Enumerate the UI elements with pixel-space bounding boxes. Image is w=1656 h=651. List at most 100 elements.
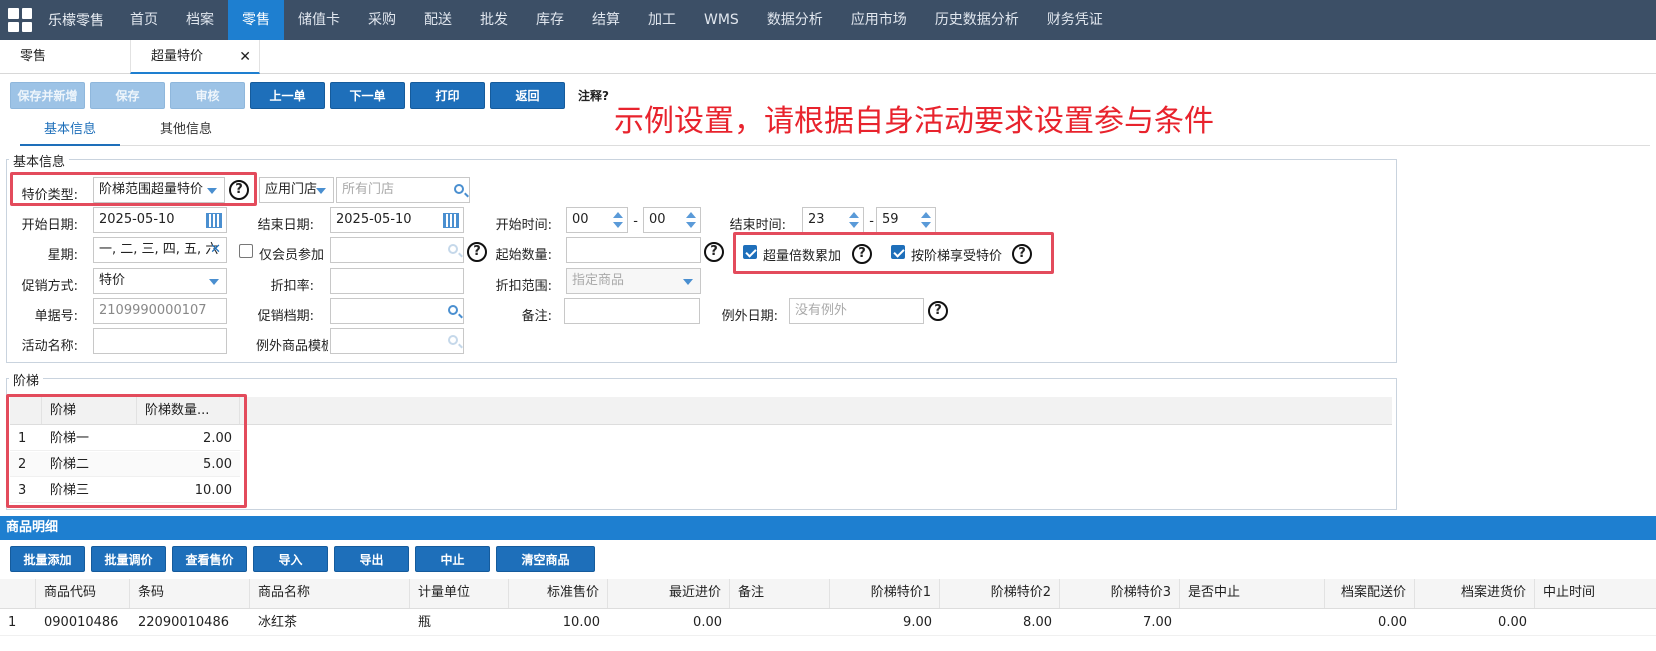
discount-range-select[interactable]: 指定商品 xyxy=(566,268,701,294)
search-icon[interactable] xyxy=(448,335,458,345)
store-input[interactable]: 所有门店 xyxy=(336,177,470,203)
clear-goods-button[interactable]: 清空商品 xyxy=(496,546,595,572)
nav-item-processing[interactable]: 加工 xyxy=(634,0,690,40)
help-icon[interactable]: ? xyxy=(704,242,724,262)
help-icon[interactable]: ? xyxy=(928,301,948,321)
promo-mode-select[interactable]: 特价 xyxy=(93,268,227,294)
promo-level-label: 促销档期: xyxy=(257,309,314,324)
sub-tabs: 基本信息 其他信息 xyxy=(20,118,1650,146)
spinner-icon[interactable] xyxy=(921,211,931,229)
remark xyxy=(730,609,830,635)
std-price: 10.00 xyxy=(562,615,600,630)
help-icon[interactable]: ? xyxy=(467,242,487,262)
col-barcode: 条码 xyxy=(130,579,250,608)
export-button[interactable]: 导出 xyxy=(334,546,409,572)
nav-item-inventory[interactable]: 库存 xyxy=(522,0,578,40)
discount-rate-label: 折扣率: xyxy=(270,279,314,294)
except-date-input[interactable]: 没有例外 xyxy=(789,298,924,324)
audit-button[interactable]: 审核 xyxy=(170,81,245,109)
col-unit: 计量单位 xyxy=(410,579,509,608)
end-minute-stepper[interactable]: 59 xyxy=(876,207,936,233)
nav-item-stored-value-card[interactable]: 储值卡 xyxy=(284,0,354,40)
time-separator: - xyxy=(633,214,638,229)
member-input[interactable] xyxy=(330,237,464,263)
tab-other-info[interactable]: 其他信息 xyxy=(160,118,212,146)
nav-item-home[interactable]: 首页 xyxy=(116,0,172,40)
start-time-label: 开始时间: xyxy=(495,218,552,233)
tier-price-1: 9.00 xyxy=(903,615,932,630)
multi-accumulate-checkbox[interactable] xyxy=(743,245,757,259)
help-icon[interactable]: ? xyxy=(1012,244,1032,264)
activity-name-input[interactable] xyxy=(93,328,227,354)
calendar-icon[interactable] xyxy=(443,213,459,228)
clear-icon[interactable]: ✕ xyxy=(210,238,221,262)
search-icon[interactable] xyxy=(454,184,464,194)
time-separator: - xyxy=(869,214,874,229)
col-tier-price-3: 阶梯特价3 xyxy=(1060,579,1180,608)
promo-level-input[interactable] xyxy=(330,298,464,324)
note-link[interactable]: 注释? xyxy=(578,87,609,104)
spinner-icon[interactable] xyxy=(613,211,623,229)
nav-item-purchase[interactable]: 采购 xyxy=(354,0,410,40)
view-price-button[interactable]: 查看售价 xyxy=(172,546,247,572)
member-only-checkbox[interactable] xyxy=(239,244,253,258)
row-number: 1 xyxy=(8,615,17,630)
tab-retail[interactable]: 零售 xyxy=(20,40,46,74)
remark-input[interactable] xyxy=(564,298,700,324)
next-button[interactable]: 下一单 xyxy=(330,81,405,109)
discount-range-label: 折扣范围: xyxy=(495,279,552,294)
save-button[interactable]: 保存 xyxy=(90,81,165,109)
store-scope-select[interactable]: 应用门店 xyxy=(259,177,334,203)
back-button[interactable]: 返回 xyxy=(490,81,565,109)
app-grid-icon[interactable] xyxy=(0,0,40,40)
nav-item-retail[interactable]: 零售 xyxy=(228,0,284,40)
spinner-icon[interactable] xyxy=(686,211,696,229)
week-value: 一, 二, 三, 四, 五, 六 xyxy=(99,242,219,257)
help-icon[interactable]: ? xyxy=(852,244,872,264)
tier-price-checkbox[interactable] xyxy=(891,245,905,259)
col-stopped: 是否中止 xyxy=(1180,579,1325,608)
prev-button[interactable]: 上一单 xyxy=(250,81,325,109)
stop-button[interactable]: 中止 xyxy=(415,546,490,572)
table-row[interactable]: 1 090010486 22090010486 冰红茶 瓶 10.00 0.00… xyxy=(0,609,1656,636)
batch-adjust-price-button[interactable]: 批量调价 xyxy=(91,546,166,572)
nav-item-data-analysis[interactable]: 数据分析 xyxy=(753,0,837,40)
start-date-value: 2025-05-10 xyxy=(99,212,175,227)
start-date-input[interactable]: 2025-05-10 xyxy=(93,207,227,233)
end-date-input[interactable]: 2025-05-10 xyxy=(330,207,464,233)
start-qty-input[interactable] xyxy=(566,237,701,263)
end-minute-value: 59 xyxy=(882,212,899,227)
nav-item-history-analysis[interactable]: 历史数据分析 xyxy=(921,0,1033,40)
print-button[interactable]: 打印 xyxy=(410,81,485,109)
doc-no-field: 2109990000107 xyxy=(93,298,227,324)
save-and-new-button[interactable]: 保存并新增 xyxy=(10,81,85,109)
remark-label: 备注: xyxy=(521,309,552,324)
nav-item-wms[interactable]: WMS xyxy=(690,0,753,40)
batch-add-button[interactable]: 批量添加 xyxy=(10,546,85,572)
nav-item-app-market[interactable]: 应用市场 xyxy=(837,0,921,40)
import-button[interactable]: 导入 xyxy=(253,546,328,572)
calendar-icon[interactable] xyxy=(206,213,222,228)
search-icon[interactable] xyxy=(448,244,458,254)
nav-item-finance-voucher[interactable]: 财务凭证 xyxy=(1033,0,1117,40)
close-icon[interactable]: ✕ xyxy=(239,40,251,74)
start-minute-stepper[interactable]: 00 xyxy=(643,207,701,233)
discount-rate-input[interactable] xyxy=(330,268,464,294)
search-icon[interactable] xyxy=(448,305,458,315)
nav-item-wholesale[interactable]: 批发 xyxy=(466,0,522,40)
last-cost: 0.00 xyxy=(693,615,722,630)
tab-label: 超量特价 xyxy=(151,49,204,64)
except-goods-input[interactable] xyxy=(330,328,464,354)
week-select[interactable]: 一, 二, 三, 四, 五, 六 ✕ xyxy=(93,237,227,263)
nav-item-delivery[interactable]: 配送 xyxy=(410,0,466,40)
dist-price: 0.00 xyxy=(1378,615,1407,630)
nav-item-archive[interactable]: 档案 xyxy=(172,0,228,40)
tab-basic-info[interactable]: 基本信息 xyxy=(20,118,120,146)
nav-item-settlement[interactable]: 结算 xyxy=(578,0,634,40)
except-date-label: 例外日期: xyxy=(721,309,778,324)
tab-excess-special-price[interactable]: 超量特价 ✕ xyxy=(130,40,260,74)
toolbar: 保存并新增 保存 审核 上一单 下一单 打印 返回 注释? xyxy=(10,81,609,109)
end-hour-stepper[interactable]: 23 xyxy=(802,207,864,233)
start-hour-stepper[interactable]: 00 xyxy=(566,207,628,233)
spinner-icon[interactable] xyxy=(849,211,859,229)
